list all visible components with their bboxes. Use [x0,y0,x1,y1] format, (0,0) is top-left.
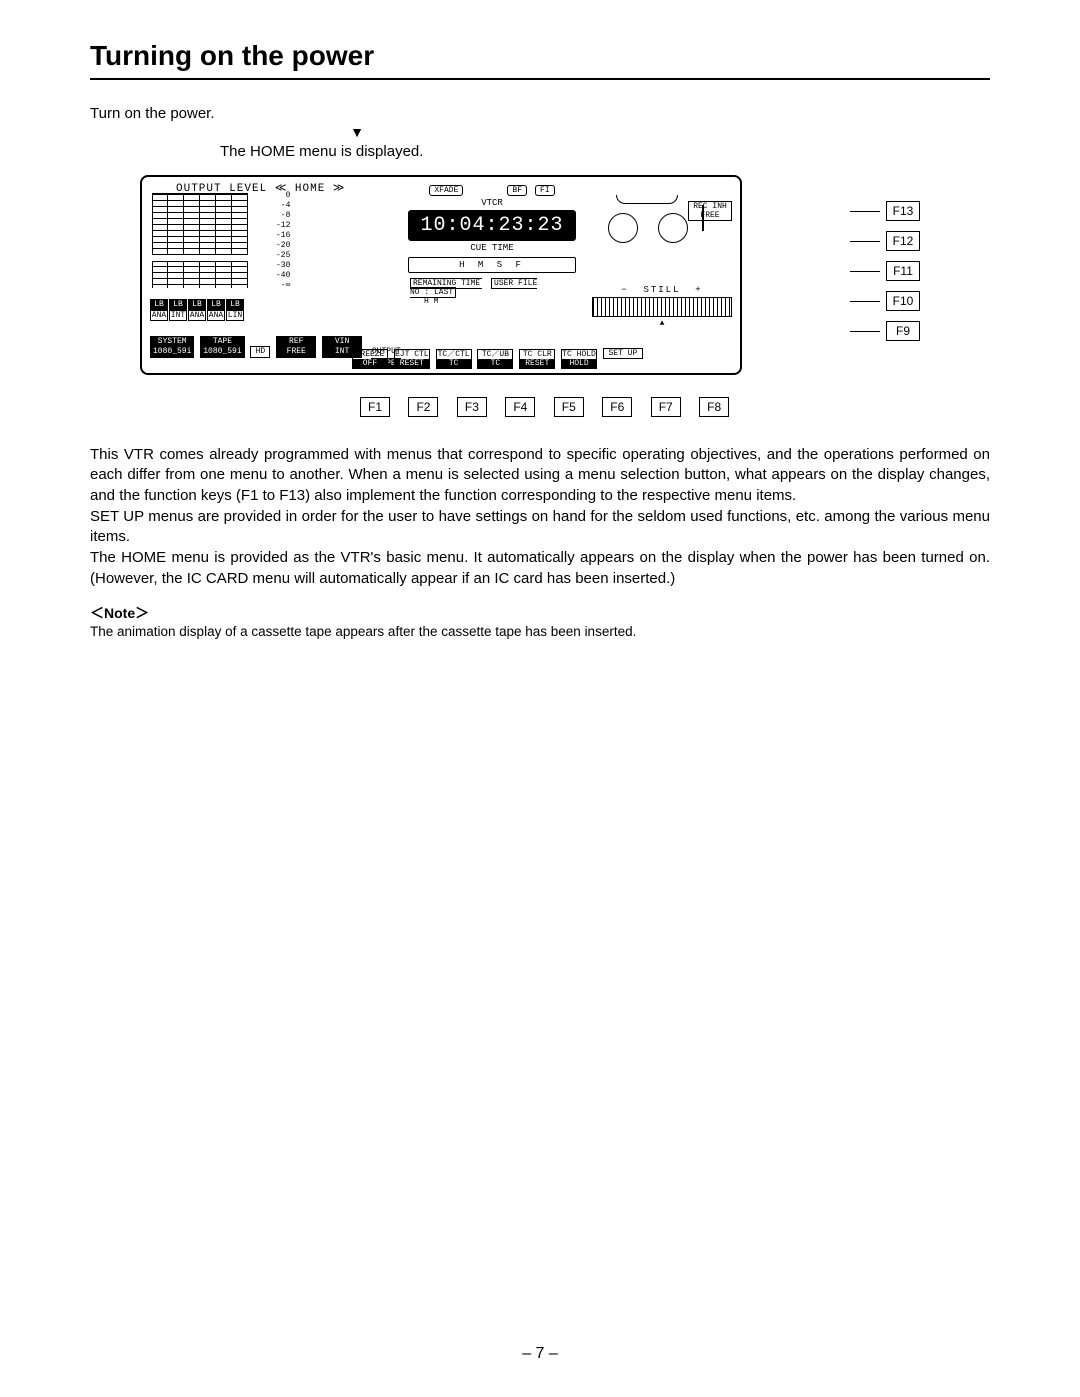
output-level-meters [152,193,272,295]
step-2: The HOME menu is displayed. [220,142,990,162]
bf-badge: BF [507,185,527,196]
fkey-f11[interactable]: F11 [886,261,920,281]
cassette-icon: REC INHFREE [592,185,732,229]
channel-labels: LBLBLBLBLB ANAINTANAANALIN [150,299,245,321]
paragraph-1: This VTR comes already programmed with m… [90,445,990,507]
fkey-f13[interactable]: F13 [886,201,920,221]
fi-badge: FI [535,185,555,196]
fkey-f3[interactable]: F3 [457,397,487,417]
right-column: REC INHFREE − STILL + ▲ [592,185,732,229]
lcd-panel: OUTPUT LEVEL ≪ HOME ≫ 0 -4 -8 -12 -16 -2… [140,175,742,375]
fkeys-bottom: F1 F2 F3 F4 F5 F6 F7 F8 [360,381,920,417]
home-menu-figure: OUTPUT LEVEL ≪ HOME ≫ 0 -4 -8 -12 -16 -2… [140,175,920,417]
cue-time-label: CUE TIME [402,243,582,253]
page: Turning on the power Turn on the power. … [0,0,1080,1397]
fkey-f12[interactable]: F12 [886,231,920,251]
still-indicator: − STILL + ▲ [592,285,732,328]
down-arrow-icon: ▼ [350,124,364,140]
remaining-time-row: REMAINING TIME USER FILENO : LAST H M [402,279,582,306]
fkey-f5[interactable]: F5 [554,397,584,417]
page-title: Turning on the power [90,40,990,80]
fkey-f7[interactable]: F7 [651,397,681,417]
timecode-display: 10:04:23:23 [408,210,576,241]
fkeys-side: F13 F12 F11 F10 F9 [850,201,920,351]
fkey-f8[interactable]: F8 [699,397,729,417]
vtcr-label: VTCR [402,198,582,208]
fkey-f10[interactable]: F10 [886,291,920,311]
xfade-badge: XFADE [429,185,463,196]
rec-inh-box: REC INHFREE [688,201,732,221]
paragraph-3: The HOME menu is provided as the VTR's b… [90,548,990,589]
fkey-f9[interactable]: F9 [886,321,920,341]
fkey-f6[interactable]: F6 [602,397,632,417]
fkey-f4[interactable]: F4 [505,397,535,417]
note-label: ＜Note＞ [90,603,990,623]
fkey-f2[interactable]: F2 [408,397,438,417]
page-number: – 7 – [0,1345,1080,1363]
step-1: Turn on the power. [90,104,990,124]
function-row: FREEZE EJT CTL TC／CTL TC／UB TC CLR TC HO… [352,348,732,369]
paragraph-2: SET UP menus are provided in order for t… [90,507,990,548]
center-column: XFADE BF FI VTCR 10:04:23:23 CUE TIME H … [402,185,582,306]
hmsf-row: H M S F [408,257,576,273]
meter-scale: 0 -4 -8 -12 -16 -20 -25 -30 -40 -∞ [276,191,290,291]
note-text: The animation display of a cassette tape… [90,623,990,641]
fkey-f1[interactable]: F1 [360,397,390,417]
